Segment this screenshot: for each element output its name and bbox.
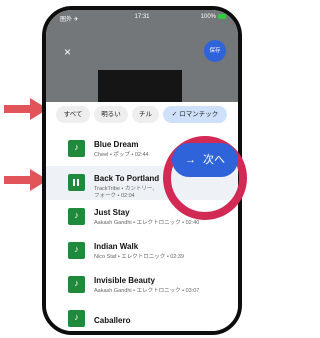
track-row-invisible-beauty[interactable]: ♪ Invisible Beauty Aakash Gandhi • エレクトロ… [46,268,238,302]
track-subtitle: Aakash Gandhi • エレクトロニック • 03:07 [94,288,200,294]
track-row-indian-walk[interactable]: ♪ Indian Walk Nico Staf • エレクトロニック • 02:… [46,234,238,268]
track-title: Caballero [94,316,131,325]
arrow-right-icon: → [185,154,196,166]
track-thumbnail [68,174,85,191]
status-bar: 圏外 ✈ 17:31 100% [46,10,238,24]
track-title: Invisible Beauty [94,276,155,285]
track-subtitle-line2: フォーク • 02:04 [94,193,135,199]
track-subtitle: Aakash Gandhi • エレクトロニック • 02:40 [94,220,200,226]
track-title: Blue Dream [94,140,139,149]
track-thumbnail: ♪ [68,310,85,327]
track-subtitle: Nico Staf • エレクトロニック • 02:39 [94,254,185,260]
music-note-icon: ♪ [74,278,79,288]
track-thumbnail: ♪ [68,276,85,293]
next-button[interactable]: → 次へ [172,143,238,177]
filter-chip-chill[interactable]: チル [132,106,159,123]
music-note-icon: ♪ [74,142,79,152]
music-note-icon: ♪ [74,244,79,254]
filter-chip-romantic-label: ロマンチック [179,111,219,118]
filter-chip-all[interactable]: すべて [56,106,90,123]
battery-icon [218,14,226,19]
music-note-icon: ♪ [74,210,79,220]
check-icon: ✓ [171,111,178,118]
save-button[interactable]: 保存 [204,40,226,62]
track-subtitle: Cheel • ポップ • 02:44 [94,152,149,158]
track-title: Indian Walk [94,242,139,251]
filter-chip-bright[interactable]: 明るい [94,106,128,123]
track-thumbnail: ♪ [68,140,85,157]
music-note-icon: ♪ [74,312,79,322]
pause-icon [73,179,80,186]
track-title: Just Stay [94,208,130,217]
close-icon[interactable]: × [64,46,71,58]
filter-chip-romantic[interactable]: ✓ ロマンチック [163,106,227,123]
track-subtitle-line1: TrackTribe • カントリー、 [94,186,158,192]
video-preview [98,70,182,104]
battery-percent: 100% [200,14,216,20]
track-subtitle: TrackTribe • カントリー、 フォーク • 02:04 [94,186,158,200]
track-title: Back To Portland [94,174,160,183]
next-button-label: 次へ [203,154,225,166]
track-thumbnail: ♪ [68,208,85,225]
track-thumbnail: ♪ [68,242,85,259]
track-row-caballero[interactable]: ♪ Caballero [46,302,238,331]
